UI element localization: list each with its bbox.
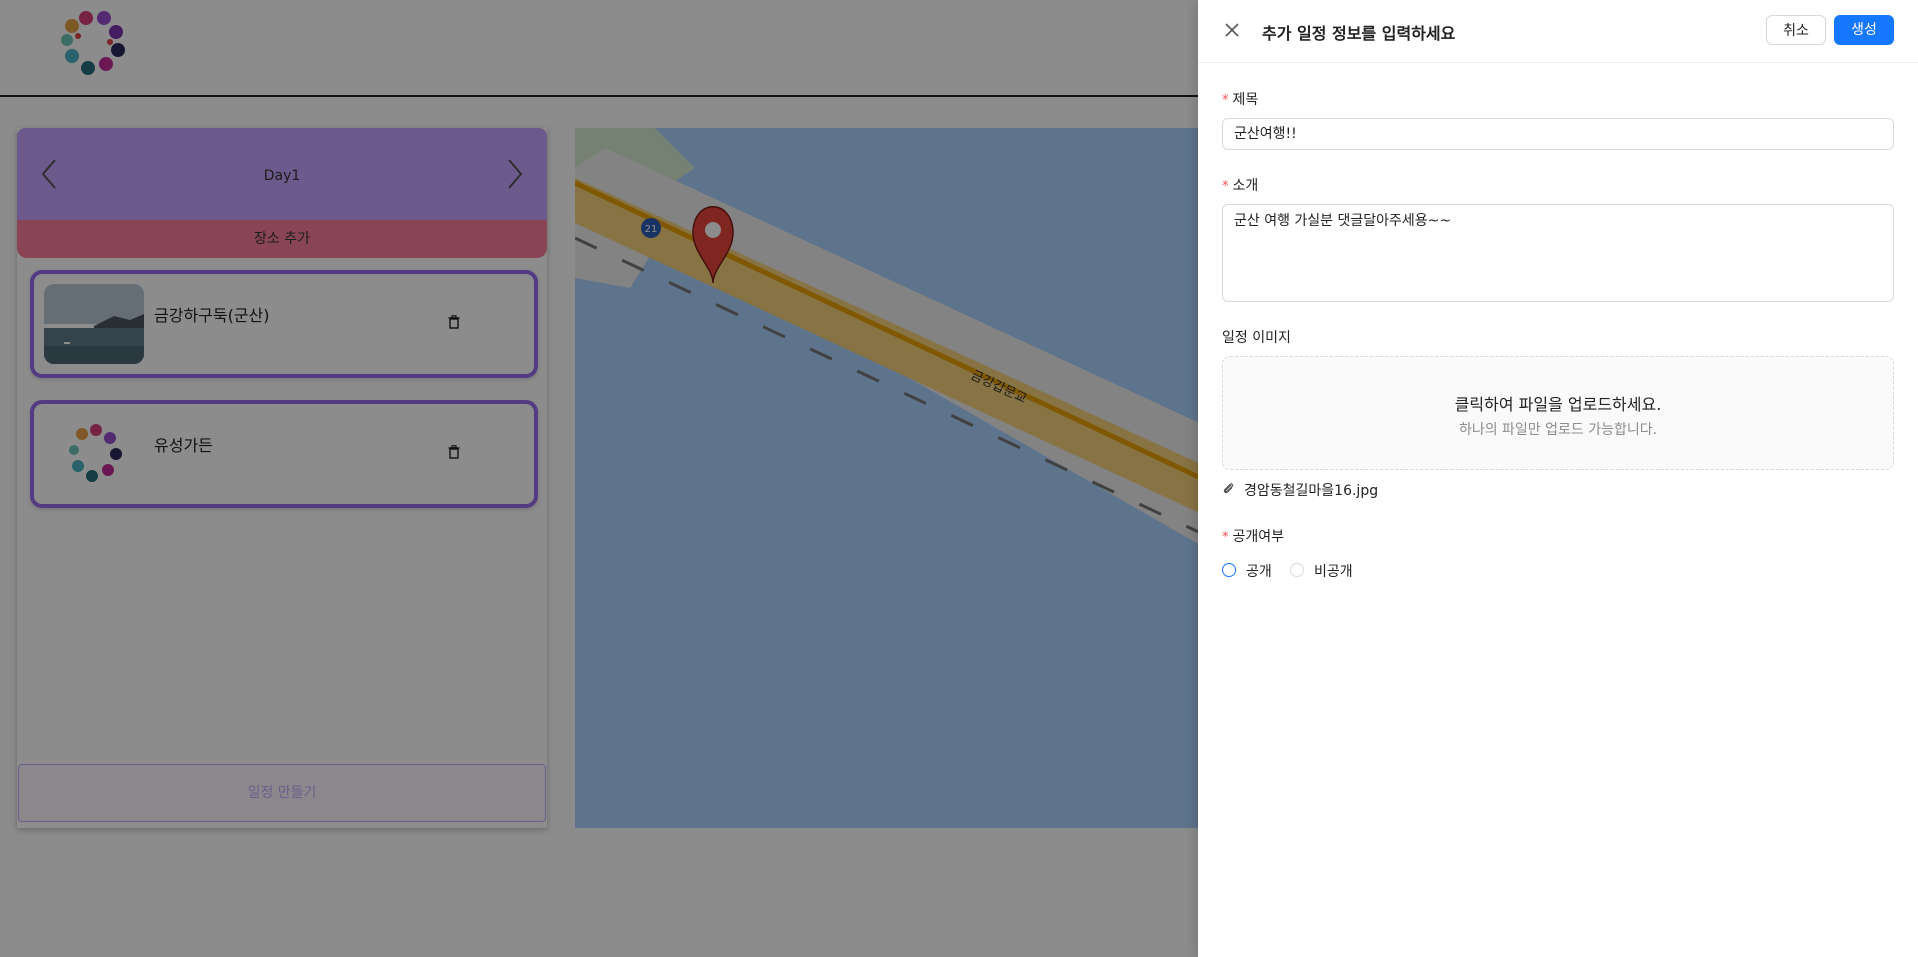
radio-circle-icon	[1222, 563, 1236, 577]
upload-main-text: 클릭하여 파일을 업로드하세요.	[1454, 395, 1662, 414]
radio-public[interactable]: 공개	[1222, 561, 1282, 581]
create-button[interactable]: 생성	[1834, 15, 1894, 45]
intro-textarea[interactable]: 군산 여행 가실분 댓글달아주세용~~	[1222, 204, 1894, 302]
title-input[interactable]: 군산여행!!	[1222, 118, 1894, 150]
radio-private-label: 비공개	[1314, 564, 1353, 580]
add-schedule-drawer: 추가 일정 정보를 입력하세요 취소 생성 * 제목 군산여행!! * 소개 군산 …	[1198, 0, 1918, 957]
intro-field-label: * 소개	[1222, 178, 1259, 194]
drawer-title: 추가 일정 정보를 입력하세요	[1262, 24, 1456, 43]
upload-dropzone[interactable]: 클릭하여 파일을 업로드하세요. 하나의 파일만 업로드 가능합니다.	[1222, 356, 1894, 470]
title-field-label: * 제목	[1222, 92, 1259, 108]
radio-public-label: 공개	[1246, 564, 1272, 580]
file-name: 경암동철길마을16.jpg	[1244, 483, 1379, 499]
paperclip-icon	[1222, 482, 1236, 500]
close-icon[interactable]	[1224, 22, 1240, 38]
image-field-label: 일정 이미지	[1222, 330, 1291, 346]
required-mark: *	[1222, 93, 1229, 108]
radio-private[interactable]: 비공개	[1290, 561, 1370, 581]
visibility-field-label: * 공개여부	[1222, 529, 1285, 545]
required-mark: *	[1222, 179, 1229, 194]
cancel-button[interactable]: 취소	[1766, 15, 1826, 45]
required-mark: *	[1222, 530, 1229, 545]
upload-hint-text: 하나의 파일만 업로드 가능합니다.	[1458, 422, 1658, 438]
radio-circle-icon	[1290, 563, 1304, 577]
drawer-header: 추가 일정 정보를 입력하세요 취소 생성	[1198, 0, 1918, 63]
